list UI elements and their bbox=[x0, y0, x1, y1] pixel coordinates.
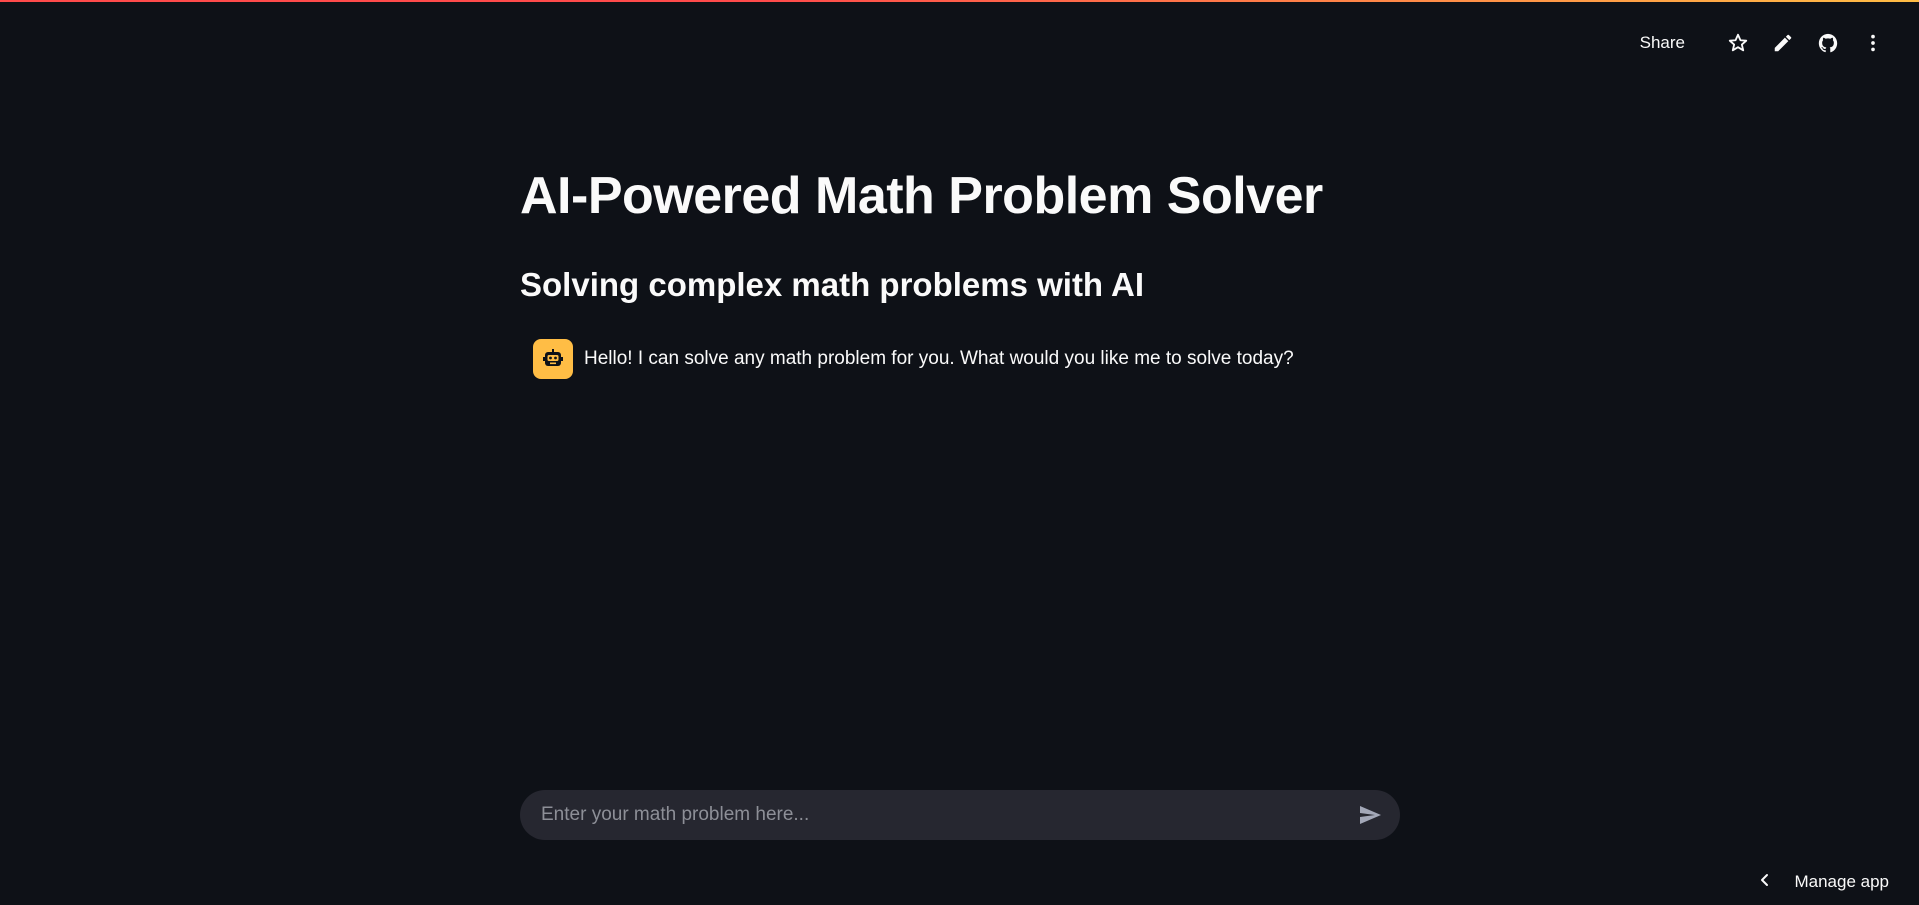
more-vertical-icon[interactable] bbox=[1861, 31, 1885, 55]
manage-app-button[interactable]: Manage app bbox=[1758, 869, 1889, 895]
send-icon[interactable] bbox=[1356, 801, 1384, 829]
app-toolbar: Share bbox=[1640, 26, 1885, 60]
page-subtitle: Solving complex math problems with AI bbox=[520, 266, 1145, 303]
share-button[interactable]: Share bbox=[1640, 33, 1685, 53]
pencil-icon[interactable] bbox=[1771, 31, 1795, 55]
star-icon[interactable] bbox=[1726, 31, 1750, 55]
page-title: AI-Powered Math Problem Solver bbox=[520, 167, 1323, 225]
chat-message-text: Hello! I can solve any math problem for … bbox=[584, 348, 1294, 369]
robot-icon bbox=[533, 339, 573, 379]
chevron-left-icon bbox=[1758, 873, 1772, 892]
manage-app-label: Manage app bbox=[1794, 872, 1889, 891]
chat-message-assistant: Hello! I can solve any math problem for … bbox=[533, 339, 1294, 379]
github-icon[interactable] bbox=[1816, 31, 1840, 55]
chat-input[interactable] bbox=[541, 804, 1356, 826]
top-decoration-bar bbox=[0, 0, 1919, 2]
chat-input-container bbox=[520, 790, 1400, 840]
